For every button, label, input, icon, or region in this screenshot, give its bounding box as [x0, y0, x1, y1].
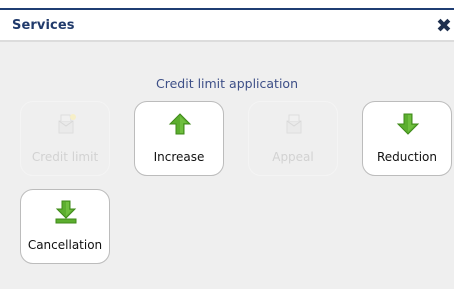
- cancellation-label: Cancellation: [27, 238, 103, 252]
- arrow-down-bar-icon: [55, 200, 77, 224]
- reduction-button[interactable]: Reduction: [362, 101, 452, 176]
- credit-limit-label: Credit limit: [31, 150, 99, 164]
- arrow-down-icon: [396, 113, 420, 135]
- close-icon[interactable]: ✖: [434, 15, 454, 37]
- arrow-up-icon: [168, 113, 192, 135]
- appeal-label: Appeal: [272, 150, 314, 164]
- dialog-title: Services: [12, 18, 75, 33]
- document-star-icon: [58, 114, 76, 134]
- appeal-button: Appeal: [248, 101, 338, 176]
- services-dialog: Services ✖ Credit limit application Cred…: [0, 0, 454, 289]
- section-heading: Credit limit application: [156, 76, 298, 91]
- increase-label: Increase: [153, 150, 205, 164]
- increase-button[interactable]: Increase: [134, 101, 224, 176]
- document-icon: [286, 114, 302, 134]
- header-top-rule: [0, 8, 454, 10]
- header-divider: [0, 40, 454, 42]
- reduction-label: Reduction: [377, 150, 437, 164]
- cancellation-button[interactable]: Cancellation: [20, 189, 110, 264]
- credit-limit-button: Credit limit: [20, 101, 110, 176]
- dialog-header: Services ✖: [0, 0, 454, 42]
